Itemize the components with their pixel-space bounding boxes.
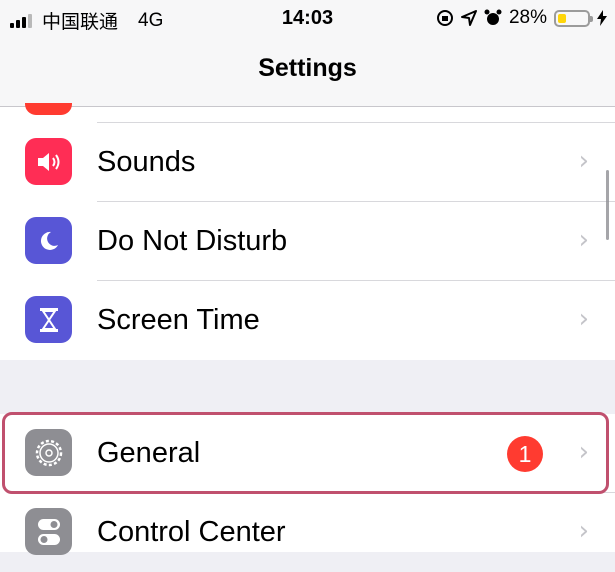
- notifications-icon: [25, 103, 72, 115]
- chevron-right-icon: ›: [578, 437, 589, 467]
- moon-icon: [25, 217, 72, 264]
- chevron-right-icon: ›: [578, 304, 589, 334]
- settings-group-sounds: Sounds › Do Not Disturb › Screen Time ›: [0, 103, 615, 360]
- battery-icon: [554, 9, 593, 27]
- list-item-partial[interactable]: [0, 103, 615, 123]
- settings-group-general: General 1 › Control Center ›: [0, 414, 615, 555]
- list-item-general[interactable]: General 1 ›: [0, 414, 615, 493]
- hourglass-icon: [25, 296, 72, 343]
- status-indicators: 28%: [436, 7, 607, 29]
- orientation-lock-icon: [436, 10, 453, 26]
- list-item-do-not-disturb[interactable]: Do Not Disturb ›: [0, 202, 615, 281]
- control-center-label: Control Center: [97, 516, 286, 548]
- location-arrow-icon: [460, 10, 477, 26]
- alarm-icon: [484, 9, 502, 25]
- notification-badge: 1: [507, 436, 543, 472]
- toggle-icon: [25, 508, 72, 555]
- list-item-screen-time[interactable]: Screen Time ›: [0, 281, 615, 360]
- general-label: General: [97, 437, 201, 469]
- chevron-right-icon: ›: [578, 516, 589, 546]
- page-title: Settings: [258, 54, 357, 82]
- battery-fill: [558, 13, 566, 23]
- battery-percentage: 28%: [508, 7, 547, 28]
- do-not-disturb-label: Do Not Disturb: [97, 225, 288, 257]
- chevron-right-icon: ›: [578, 146, 589, 176]
- navigation-bar: Settings: [0, 36, 615, 107]
- list-item-sounds[interactable]: Sounds ›: [0, 123, 615, 202]
- gear-icon: [25, 429, 72, 476]
- list-item-control-center[interactable]: Control Center ›: [0, 493, 615, 572]
- speaker-icon: [25, 138, 72, 185]
- charging-bolt-icon: [597, 10, 607, 26]
- sounds-label: Sounds: [97, 146, 196, 178]
- screen-time-label: Screen Time: [97, 304, 260, 336]
- status-bar: 中国联通 4G 14:03 28%: [0, 0, 615, 36]
- scrollbar[interactable]: [606, 170, 609, 240]
- chevron-right-icon: ›: [578, 225, 589, 255]
